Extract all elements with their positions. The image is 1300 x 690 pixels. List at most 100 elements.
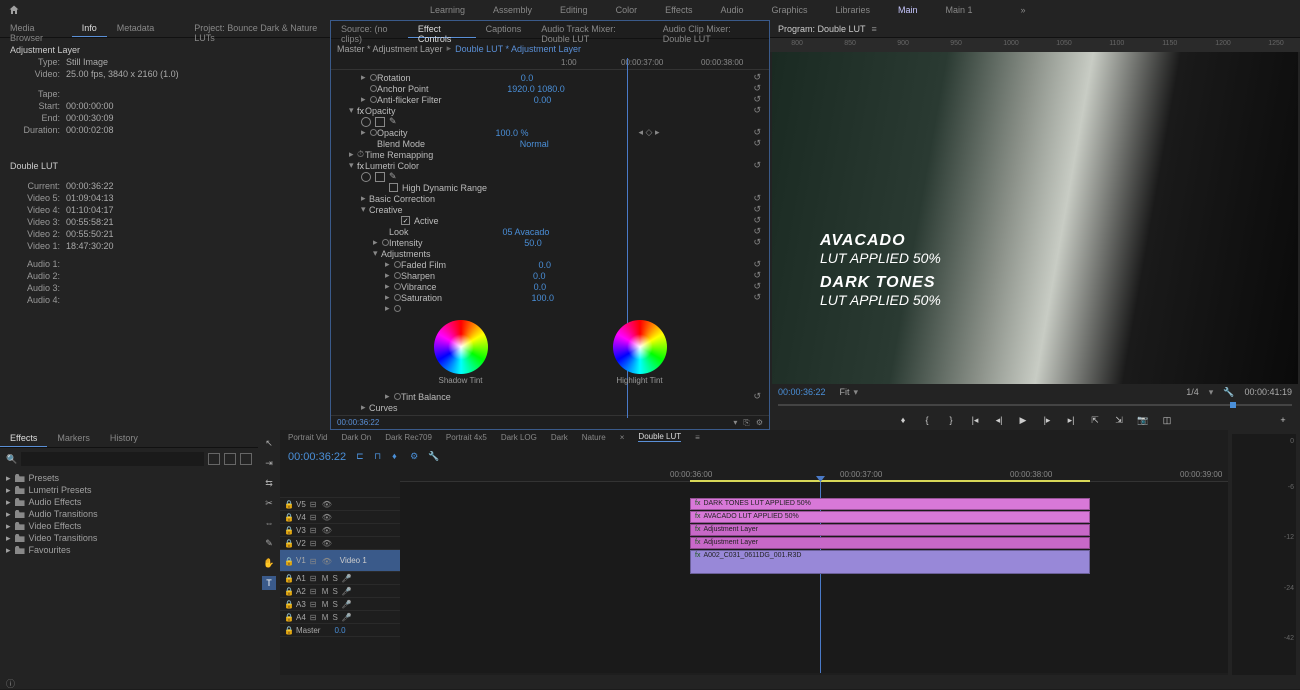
program-ruler[interactable]: 800 850 900 950 1000 1050 1100 1150 1200… (770, 38, 1300, 52)
val-antiflicker[interactable]: 0.00 (534, 95, 552, 105)
track-name[interactable]: V3 (296, 526, 306, 535)
seq-tab[interactable]: Nature (582, 433, 606, 442)
reset-icon[interactable]: ↺ (753, 237, 761, 248)
seq-tab[interactable]: Dark (551, 433, 568, 442)
extract-icon[interactable]: ⇲ (1112, 413, 1126, 427)
home-icon[interactable] (8, 4, 20, 16)
reset-icon[interactable]: ↺ (753, 94, 761, 105)
stopwatch-icon[interactable] (369, 85, 377, 92)
lock-icon[interactable]: 🔒 (284, 600, 292, 608)
mark-in-icon[interactable]: { (920, 413, 934, 427)
lock-icon[interactable]: 🔒 (284, 613, 292, 621)
mic-icon[interactable]: 🎤 (342, 587, 350, 595)
ws-audio[interactable]: Audio (720, 5, 743, 15)
twirl-icon[interactable]: ▾ (373, 248, 381, 259)
pen-tool-icon[interactable]: ✎ (262, 536, 276, 550)
clip-graphic[interactable]: fxDARK TONES LUT APPLIED 50% (690, 498, 1090, 510)
ws-main[interactable]: Main (898, 5, 918, 15)
play-icon[interactable]: ▶ (1016, 413, 1030, 427)
twirl-icon[interactable]: ▸ (385, 292, 393, 303)
ripple-tool-icon[interactable]: ⇆ (262, 476, 276, 490)
folder-audio-transitions[interactable]: ▸Audio Transitions (6, 508, 252, 520)
mask-ellipse-icon[interactable] (361, 172, 371, 182)
eye-icon[interactable]: 👁 (322, 513, 330, 521)
ec-clip-label[interactable]: Double LUT * Adjustment Layer (455, 44, 581, 54)
toggle-output-icon[interactable]: ⊟ (310, 539, 318, 547)
val-sharpen[interactable]: 0.0 (533, 271, 546, 281)
val-blend[interactable]: Normal (520, 139, 549, 149)
mark-out-icon[interactable]: } (944, 413, 958, 427)
filter-icon[interactable]: ▾ (733, 418, 737, 428)
track-name[interactable]: V1 (296, 556, 306, 565)
reset-icon[interactable]: ↺ (753, 292, 761, 303)
program-timecode[interactable]: 00:00:36:22 (778, 387, 826, 397)
twirl-icon[interactable]: ▸ (361, 402, 369, 413)
wrench-icon[interactable]: 🔧 (428, 451, 440, 463)
settings-icon[interactable]: ⚙ (410, 451, 422, 463)
tab-media-browser[interactable]: Media Browser (0, 20, 72, 37)
workspace-overflow-icon[interactable]: » (1021, 5, 1026, 15)
ws-libraries[interactable]: Libraries (836, 5, 871, 15)
selection-tool-icon[interactable]: ↖ (262, 436, 276, 450)
twirl-icon[interactable]: ▸ (361, 413, 369, 415)
snap-icon[interactable]: ⊏ (356, 451, 368, 463)
razor-tool-icon[interactable]: ✂ (262, 496, 276, 510)
stopwatch-icon[interactable] (369, 96, 377, 103)
twirl-icon[interactable]: ▸ (385, 303, 393, 314)
lock-icon[interactable]: 🔒 (284, 587, 292, 595)
reset-icon[interactable]: ↺ (753, 193, 761, 204)
val-faded[interactable]: 0.0 (538, 260, 551, 270)
folder-favourites[interactable]: ▸Favourites (6, 544, 252, 556)
mic-icon[interactable]: 🎤 (342, 600, 350, 608)
val-vibrance[interactable]: 0.0 (534, 282, 547, 292)
stopwatch-icon[interactable] (381, 239, 389, 246)
program-scrubber[interactable] (778, 400, 1292, 410)
clip-adjustment[interactable]: fxAdjustment Layer (690, 524, 1090, 536)
mask-ellipse-icon[interactable] (361, 117, 371, 127)
stopwatch-icon[interactable] (393, 393, 401, 400)
twirl-icon[interactable]: ▸ (349, 149, 357, 160)
ws-learning[interactable]: Learning (430, 5, 465, 15)
eye-icon[interactable]: 👁 (322, 500, 330, 508)
fx-badge-icon[interactable] (224, 453, 236, 465)
twirl-icon[interactable]: ▸ (385, 270, 393, 281)
tab-effects[interactable]: Effects (0, 430, 47, 447)
track-name[interactable]: A4 (296, 613, 306, 622)
tab-captions[interactable]: Captions (476, 21, 532, 38)
tab-audio-track-mixer[interactable]: Audio Track Mixer: Double LUT (531, 21, 653, 38)
lock-icon[interactable]: 🔒 (284, 557, 292, 565)
val-look[interactable]: 05 Avacado (503, 227, 550, 237)
twirl-icon[interactable]: ▸ (385, 259, 393, 270)
stopwatch-icon[interactable] (393, 261, 401, 268)
pin-icon[interactable]: ⎘ (743, 418, 749, 428)
highlight-tint-wheel[interactable] (613, 320, 667, 374)
reset-icon[interactable]: ↺ (753, 204, 761, 215)
ws-editing[interactable]: Editing (560, 5, 588, 15)
track-name[interactable]: A3 (296, 600, 306, 609)
reset-icon[interactable]: ↺ (753, 226, 761, 237)
reset-icon[interactable]: ↺ (753, 259, 761, 270)
tab-source[interactable]: Source: (no clips) (331, 21, 408, 38)
track-name[interactable]: V2 (296, 539, 306, 548)
tab-effect-controls[interactable]: Effect Controls (408, 21, 476, 38)
val-saturation[interactable]: 100.0 (531, 293, 554, 303)
fx-badge-icon[interactable] (208, 453, 220, 465)
active-checkbox[interactable] (401, 216, 410, 225)
fx-badge-icon[interactable] (240, 453, 252, 465)
twirl-icon[interactable]: ▸ (361, 193, 369, 204)
tab-markers[interactable]: Markers (47, 430, 100, 447)
stopwatch-icon[interactable] (369, 129, 377, 136)
link-icon[interactable]: ⊓ (374, 451, 386, 463)
mic-icon[interactable]: 🎤 (342, 613, 350, 621)
eye-icon[interactable]: 👁 (322, 557, 330, 565)
program-tab[interactable]: Program: Double LUT (778, 24, 866, 34)
stopwatch-icon[interactable] (393, 283, 401, 290)
tab-info[interactable]: Info (72, 20, 107, 37)
mask-rect-icon[interactable] (375, 172, 385, 182)
twirl-icon[interactable]: ▸ (361, 94, 369, 105)
seq-tab[interactable]: Dark LOG (501, 433, 537, 442)
twirl-icon[interactable]: ▸ (385, 391, 393, 402)
ws-assembly[interactable]: Assembly (493, 5, 532, 15)
reset-icon[interactable]: ↺ (753, 215, 761, 226)
folder-video-transitions[interactable]: ▸Video Transitions (6, 532, 252, 544)
